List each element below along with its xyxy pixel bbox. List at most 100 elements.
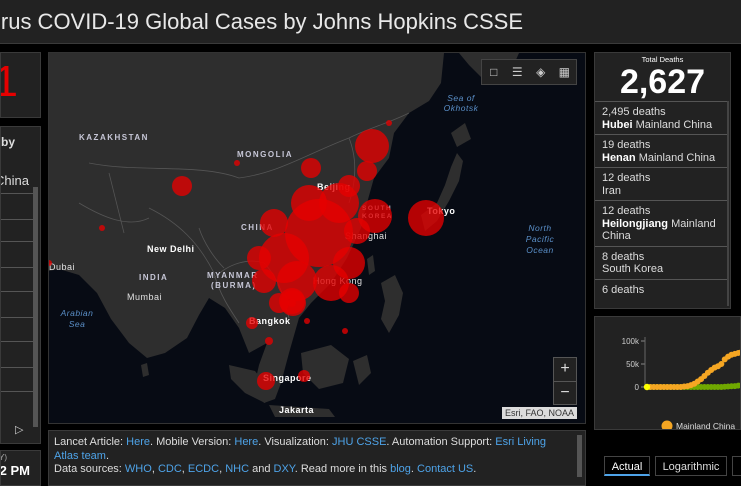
country-list-header: by (1, 135, 16, 149)
y-tick-label: 50k (626, 360, 640, 369)
death-count: 6 deaths (602, 283, 645, 296)
list-divider (1, 367, 35, 368)
death-count: 2,495 deaths (602, 106, 666, 118)
deaths-scrollbar[interactable] (727, 101, 729, 306)
jhu-csse-link[interactable]: JHU CSSE (332, 436, 386, 448)
list-item[interactable]: 12 deaths Heilongjiang Mainland China (595, 200, 728, 246)
data-point (735, 349, 740, 356)
map-canvas (49, 53, 519, 417)
map-view[interactable]: KAZAKHSTAN MONGOLIA CHINA INDIA MYANMAR … (48, 52, 586, 424)
map-label-burma: (BURMA) (211, 281, 257, 290)
nhc-link[interactable]: NHC (225, 463, 249, 475)
map-toolbar: □ ☰ ◈ ▦ (481, 59, 577, 85)
blog-link[interactable]: blog (390, 463, 411, 475)
lancet-link[interactable]: Here (126, 436, 150, 448)
death-region: Hubei (602, 118, 633, 131)
data-point (735, 382, 740, 389)
list-item[interactable]: 12 deaths Iran (595, 167, 728, 200)
map-label-arabian-sea: Arabian Sea (60, 308, 94, 329)
cdc-link[interactable]: CDC (158, 463, 182, 475)
info-text-segment: . Visualization: (258, 436, 333, 448)
death-country: Mainland China (638, 151, 716, 164)
map-label-singapore: Singapore (263, 373, 312, 383)
info-text-segment: . Automation Support: (386, 436, 496, 448)
cases-chart: 100k50k0Mainland ChinaTotal Recovered (622, 337, 740, 429)
info-text-segment: . (105, 449, 110, 462)
list-item[interactable]: 19 deaths Henan Mainland China (595, 134, 728, 167)
info-text-segment: Data sources: (54, 463, 125, 475)
last-update-panel: Y) 2 PM (0, 450, 41, 486)
country-list-item[interactable]: China (1, 173, 29, 188)
info-text-segment: Lancet Article: (54, 436, 127, 448)
last-update-label: Y) (1, 453, 7, 462)
layers-icon[interactable]: ◈ (529, 60, 553, 84)
y-tick-label: 100k (622, 337, 640, 346)
play-icon[interactable]: ▷ (15, 423, 23, 436)
mobile-version-link[interactable]: Here (234, 436, 258, 448)
data-point (643, 383, 651, 391)
map-label-mongolia: MONGOLIA (237, 150, 293, 159)
total-deaths-value: 2,627 (619, 63, 706, 101)
list-divider (1, 219, 35, 220)
map-label-dubai: Dubai (49, 262, 76, 272)
tab-more[interactable] (732, 456, 741, 476)
info-scrollbar[interactable] (577, 435, 582, 477)
tab-logarithmic[interactable]: Logarithmic (655, 456, 727, 476)
total-confirmed-panel: 1 (0, 52, 41, 118)
death-country: Mainland China (635, 118, 713, 131)
land-sri-lanka (141, 363, 149, 377)
death-count: 8 deaths (602, 250, 645, 263)
death-country: Iran (602, 184, 621, 197)
death-region: Heilongjiang (602, 217, 668, 230)
title-bar: irus COVID-19 Global Cases by Johns Hopk… (0, 0, 741, 44)
list-divider (1, 291, 35, 292)
last-update-value: 2 PM (0, 463, 30, 478)
info-text-segment: . Mobile Version: (150, 436, 235, 448)
death-count: 12 deaths (602, 172, 651, 184)
death-region: Henan (602, 151, 636, 164)
map-label-india: INDIA (139, 273, 169, 282)
list-item[interactable]: 2,495 deaths Hubei Mainland China (595, 101, 728, 134)
list-icon[interactable]: ☰ (506, 60, 530, 84)
zoom-in-button[interactable]: + (554, 358, 576, 382)
map-label-hong-kong: Hong Kong (313, 276, 363, 286)
death-count: 19 deaths (602, 139, 651, 151)
country-list-scrollbar[interactable] (33, 187, 38, 427)
zoom-out-button[interactable]: − (554, 382, 576, 405)
page-title: irus COVID-19 Global Cases by Johns Hopk… (0, 9, 523, 34)
list-divider (1, 317, 35, 318)
death-count: 12 deaths (602, 205, 651, 217)
list-item[interactable]: 8 deaths South Korea (595, 245, 728, 279)
info-text: Lancet Article: Here. Mobile Version: He… (54, 436, 566, 477)
info-text-segment: and (249, 463, 274, 475)
land-sulawesi (353, 355, 371, 385)
land-taiwan (367, 255, 375, 275)
list-divider (1, 391, 35, 392)
map-label-mumbai: Mumbai (127, 292, 163, 302)
qr-icon[interactable]: ▦ (553, 60, 577, 84)
deaths-list: 2,495 deaths Hubei Mainland China 19 deat… (595, 101, 728, 299)
map-label-tokyo: Tokyo (427, 206, 456, 216)
ecdc-link[interactable]: ECDC (188, 463, 219, 475)
land-hokkaido (451, 123, 471, 147)
list-divider (1, 241, 35, 242)
map-label-north-pacific: North Pacific Ocean (525, 223, 555, 255)
zoom-control: + − (553, 357, 577, 405)
info-text-segment: . Read more in this (294, 463, 391, 475)
list-divider (1, 193, 35, 194)
tab-actual[interactable]: Actual (604, 456, 650, 476)
bookmark-icon[interactable]: □ (482, 60, 506, 84)
map-label-jakarta: Jakarta (279, 405, 315, 415)
list-divider (1, 341, 35, 342)
total-confirmed-value: 1 (1, 57, 18, 107)
dxy-link[interactable]: DXY (274, 463, 295, 475)
y-tick-label: 0 (635, 383, 640, 392)
map-label-sea-of-okhotsk: Sea of Okhotsk (443, 93, 479, 113)
map-label-new-delhi: New Delhi (147, 244, 195, 254)
map-label-myanmar: MYANMAR (207, 271, 259, 280)
map-label-south-korea: SOUTH KOREA (362, 205, 393, 220)
list-item[interactable]: 6 deaths (595, 278, 728, 300)
contact-us-link[interactable]: Contact US (417, 463, 473, 475)
who-link[interactable]: WHO (125, 463, 152, 475)
land-philippines (381, 275, 403, 333)
